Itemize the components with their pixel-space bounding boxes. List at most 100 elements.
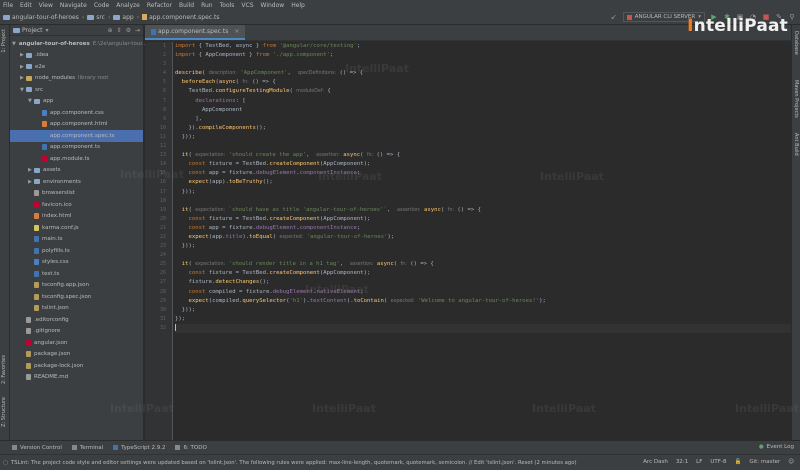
ant-build-tool-tab[interactable]: Ant Build [793,133,799,156]
ang-file-icon [34,201,39,208]
tree-item[interactable]: favicon.ico [10,199,143,211]
search-icon[interactable]: ⚲ [788,13,796,21]
tree-item-selected[interactable]: app.component.spec.ts [10,130,143,142]
tree-item[interactable]: polyfills.ts [10,245,143,257]
ts-file-icon [34,270,39,277]
code-line: it( expectation: `should have as title '… [181,206,481,213]
menu-item-analyze[interactable]: Analyze [116,2,140,9]
project-tool-tab[interactable]: 1: Project [1,29,7,53]
tree-item[interactable]: package-lock.json [10,360,143,372]
menu-item-view[interactable]: View [39,2,53,9]
folder-icon [3,14,10,20]
tree-item-label: package-lock.json [34,362,84,369]
breadcrumb-app[interactable]: app [122,14,133,21]
menu-item-navigate[interactable]: Navigate [60,2,87,9]
line-separator[interactable]: LF [696,459,702,465]
favorites-tool-tab[interactable]: 2: Favorites [1,355,7,384]
menu-item-file[interactable]: File [3,2,13,9]
tree-item[interactable]: ▶ e2e [10,61,143,73]
status-message[interactable]: TSLint: The project code style and edito… [11,460,577,466]
menu-item-help[interactable]: Help [291,2,305,9]
json-file-icon [34,282,39,289]
context-indicator[interactable]: Arc Dash [643,459,668,465]
tree-item[interactable]: tsconfig.app.json [10,280,143,292]
text-caret [175,323,176,331]
tree-item[interactable]: browserslist [10,188,143,200]
tree-item[interactable]: package.json [10,349,143,361]
tree-item[interactable]: angular.json [10,337,143,349]
watermark: IntelliPaat [735,402,799,415]
notifications-icon[interactable]: ☺ [788,459,794,465]
project-tree: ▼ angular-tour-of-heroes E:\2e\angular-t… [10,36,147,384]
chevron-down-icon: ▼ [12,40,16,47]
globe-icon[interactable]: ⊕ [108,27,113,34]
tree-item[interactable]: app.module.ts [10,153,143,165]
menu-item-vcs[interactable]: VCS [241,2,253,9]
menu-item-code[interactable]: Code [94,2,109,9]
tree-item[interactable]: tslint.json [10,303,143,315]
back-arrow-icon[interactable]: ↙ [610,13,618,21]
tree-item[interactable]: ▼ src [10,84,143,96]
tree-item[interactable]: styles.css [10,257,143,269]
line-number: 23 [159,243,166,250]
menu-item-window[interactable]: Window [261,2,285,9]
vcs-branch[interactable]: Git: master [749,459,780,465]
terminal-tab[interactable]: Terminal [71,445,103,451]
tree-item[interactable]: tsconfig.spec.json [10,291,143,303]
menu-item-tools[interactable]: Tools [220,2,235,9]
tree-item[interactable]: ▶ .idea [10,50,143,62]
tree-item[interactable]: .editorconfig [10,314,143,326]
tree-item[interactable]: app.component.css [10,107,143,119]
structure-tool-tab[interactable]: Z: Structure [1,397,7,427]
code-line: })); [175,306,196,313]
html-file-icon [42,121,47,128]
menu-item-run[interactable]: Run [201,2,213,9]
project-view-select[interactable]: Project [22,27,43,34]
gear-icon[interactable]: ⚙ [126,27,131,34]
database-tool-tab[interactable]: Database [793,31,799,55]
tree-item[interactable]: karma.conf.js [10,222,143,234]
chevron-down-icon[interactable]: ▾ [46,27,49,34]
tree-item[interactable]: index.html [10,211,143,223]
maven-tool-tab[interactable]: Maven Projects [793,80,799,118]
breadcrumb-file[interactable]: app.component.spec.ts [149,14,219,21]
json-file-icon [26,362,31,369]
tree-item-label: tsconfig.spec.json [42,293,92,300]
caret-position[interactable]: 32:1 [676,459,688,465]
tree-item[interactable]: ▼ app [10,96,143,108]
tree-item[interactable]: ▶ node_modules library root [10,73,143,85]
project-panel-header: Project ▾ ⊕ ⇕ ⚙ ⇥ [10,25,143,36]
line-number: 26 [159,270,166,277]
tree-root[interactable]: ▼ angular-tour-of-heroes E:\2e\angular-t… [10,38,147,50]
menu-item-edit[interactable]: Edit [20,2,32,9]
close-icon[interactable]: × [234,28,239,35]
tree-item[interactable]: app.component.html [10,119,143,131]
chevron-right-icon: › [107,13,111,21]
tree-item[interactable]: README.md [10,372,143,384]
json-file-icon [34,293,39,300]
code-line: expect(app).toBeTruthy(); [188,179,273,186]
event-log-tab[interactable]: ● Event Log [759,444,794,450]
typescript-icon [113,445,119,450]
typescript-tab[interactable]: TypeScript 2.9.2 [113,445,165,451]
editor-tab-app-component-spec[interactable]: app.component.spec.ts × [145,25,246,40]
tree-item[interactable]: main.ts [10,234,143,246]
breadcrumb-project[interactable]: angular-tour-of-heroes [12,14,79,21]
tree-item[interactable]: .gitignore [10,326,143,338]
breadcrumb-src[interactable]: src [96,14,105,21]
tree-item-label: environments [43,178,81,185]
code-area[interactable]: import { TestBed, async } from '@angular… [175,42,791,440]
lock-icon[interactable]: 🔓 [734,459,741,465]
tree-item[interactable]: test.ts [10,268,143,280]
menu-item-build[interactable]: Build [179,2,194,9]
collapse-all-icon[interactable]: ⇕ [117,27,122,34]
line-number: 1 [162,43,166,49]
version-control-tab[interactable]: Version Control [12,445,62,451]
line-number: 6 [162,88,166,95]
menu-item-refactor[interactable]: Refactor [147,2,172,9]
folder-file-icon [26,52,32,58]
todo-tab[interactable]: 6: TODO [175,445,207,451]
hide-icon[interactable]: ⇥ [135,27,140,34]
file-encoding[interactable]: UTF-8 [710,459,726,465]
tree-item[interactable]: app.component.ts [10,142,143,154]
